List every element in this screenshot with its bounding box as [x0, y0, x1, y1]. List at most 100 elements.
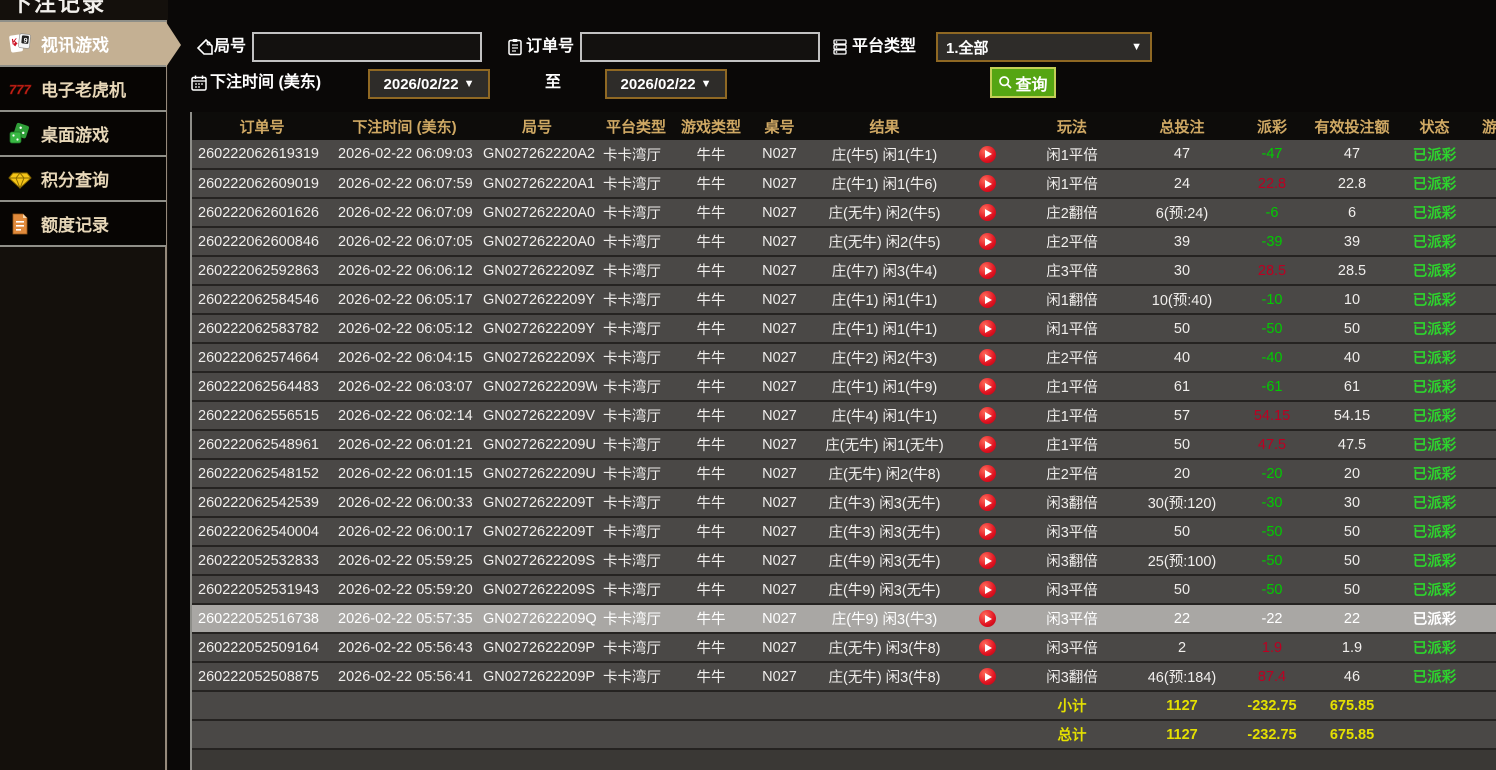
- play-video-button[interactable]: [979, 378, 996, 395]
- table-row[interactable]: 260222062609019 2026-02-22 06:07:59 GN02…: [192, 169, 1496, 198]
- play-video-button[interactable]: [979, 320, 996, 337]
- col-round: 局号: [477, 112, 597, 140]
- cell-video: [957, 343, 1017, 372]
- cell-table-number: N027: [747, 662, 812, 691]
- col-valid-bet: 有效投注额: [1307, 112, 1397, 140]
- cell-status: 已派彩: [1397, 169, 1472, 198]
- play-video-button[interactable]: [979, 552, 996, 569]
- cell-order-number: 260222062592863: [192, 256, 332, 285]
- table-row[interactable]: 260222062542539 2026-02-22 06:00:33 GN02…: [192, 488, 1496, 517]
- cell-video: [957, 140, 1017, 169]
- cell-total-bet: 39: [1127, 227, 1237, 256]
- table-row[interactable]: 260222062556515 2026-02-22 06:02:14 GN02…: [192, 401, 1496, 430]
- cell-platform: 卡卡湾厅: [597, 256, 675, 285]
- play-video-button[interactable]: [979, 523, 996, 540]
- clipboard-icon: [506, 32, 526, 62]
- table-row[interactable]: 260222052516738 2026-02-22 05:57:35 GN02…: [192, 604, 1496, 633]
- table-row[interactable]: 260222062600846 2026-02-22 06:07:05 GN02…: [192, 227, 1496, 256]
- cell-bet-time: 2026-02-22 06:07:59: [332, 169, 477, 198]
- play-video-button[interactable]: [979, 349, 996, 366]
- cell-video: [957, 662, 1017, 691]
- sidebar-item-video-games[interactable]: K 9 视讯游戏: [0, 22, 166, 67]
- cell-play-type: 闲1平倍: [1017, 314, 1127, 343]
- table-row[interactable]: 260222052509164 2026-02-22 05:56:43 GN02…: [192, 633, 1496, 662]
- cell-play-type: 庄2平倍: [1017, 227, 1127, 256]
- play-video-button[interactable]: [979, 610, 996, 627]
- table-row[interactable]: 260222062540004 2026-02-22 06:00:17 GN02…: [192, 517, 1496, 546]
- play-video-button[interactable]: [979, 146, 996, 163]
- play-video-button[interactable]: [979, 233, 996, 250]
- cell-bet-time: 2026-02-22 06:09:03: [332, 140, 477, 169]
- cell-play-type: 闲3平倍: [1017, 604, 1127, 633]
- cell-result: 庄(无牛) 闲1(无牛): [812, 430, 957, 459]
- table-row[interactable]: 260222062583782 2026-02-22 06:05:12 GN02…: [192, 314, 1496, 343]
- play-video-button[interactable]: [979, 204, 996, 221]
- cell-video: [957, 198, 1017, 227]
- cell-play-type: 闲3翻倍: [1017, 488, 1127, 517]
- filter-bar: 局号 订单号 平台类型 1.全部 ▼ 下注时间 (美东) 2026/02/22 …: [168, 0, 1496, 112]
- slot-777-icon: 777: [8, 77, 32, 101]
- cell-payout: 22.8: [1237, 169, 1307, 198]
- round-input[interactable]: [252, 32, 482, 62]
- play-video-button[interactable]: [979, 465, 996, 482]
- sidebar-item-table-games[interactable]: 桌面游戏: [0, 112, 166, 157]
- cell-game-type: 牛牛: [675, 633, 747, 662]
- table-row[interactable]: 260222062584546 2026-02-22 06:05:17 GN02…: [192, 285, 1496, 314]
- cell-payout: -40: [1237, 343, 1307, 372]
- col-video: [957, 112, 1017, 140]
- table-row[interactable]: 260222062574664 2026-02-22 06:04:15 GN02…: [192, 343, 1496, 372]
- cell-order-number: 260222062556515: [192, 401, 332, 430]
- play-video-button[interactable]: [979, 175, 996, 192]
- cell-status: 已派彩: [1397, 343, 1472, 372]
- cell-bet-time: 2026-02-22 06:03:07: [332, 372, 477, 401]
- cell-video: [957, 372, 1017, 401]
- cell-game-clipped: [1472, 430, 1496, 459]
- play-video-button[interactable]: [979, 581, 996, 598]
- chevron-down-icon: ▼: [701, 78, 712, 90]
- cell-total-bet: 40: [1127, 343, 1237, 372]
- play-icon: [985, 296, 992, 304]
- play-video-button[interactable]: [979, 407, 996, 424]
- sidebar-item-slots[interactable]: 777 电子老虎机: [0, 67, 166, 112]
- cell-order-number: 260222062574664: [192, 343, 332, 372]
- cell-game-clipped: [1472, 314, 1496, 343]
- order-input[interactable]: [580, 32, 820, 62]
- platform-type-select[interactable]: 1.全部 ▼: [936, 32, 1152, 62]
- table-row[interactable]: 260222062619319 2026-02-22 06:09:03 GN02…: [192, 140, 1496, 169]
- cell-payout: -22: [1237, 604, 1307, 633]
- cell-table-number: N027: [747, 633, 812, 662]
- play-video-button[interactable]: [979, 668, 996, 685]
- cell-platform: 卡卡湾厅: [597, 227, 675, 256]
- play-video-button[interactable]: [979, 494, 996, 511]
- table-row[interactable]: 260222062548152 2026-02-22 06:01:15 GN02…: [192, 459, 1496, 488]
- cell-platform: 卡卡湾厅: [597, 372, 675, 401]
- cell-payout: -6: [1237, 198, 1307, 227]
- cell-game-type: 牛牛: [675, 488, 747, 517]
- sidebar-item-points[interactable]: 积分查询: [0, 157, 166, 202]
- table-row[interactable]: 260222052508875 2026-02-22 05:56:41 GN02…: [192, 662, 1496, 691]
- search-button[interactable]: 查询: [990, 67, 1056, 98]
- subtotal-payout: -232.75: [1237, 691, 1307, 720]
- cell-game-type: 牛牛: [675, 256, 747, 285]
- cell-valid-bet: 46: [1307, 662, 1397, 691]
- sidebar-item-quota-records[interactable]: 额度记录: [0, 202, 166, 247]
- cell-play-type: 庄1平倍: [1017, 372, 1127, 401]
- play-video-button[interactable]: [979, 291, 996, 308]
- table-row[interactable]: 260222052532833 2026-02-22 05:59:25 GN02…: [192, 546, 1496, 575]
- col-play-type: 玩法: [1017, 112, 1127, 140]
- cell-order-number: 260222062583782: [192, 314, 332, 343]
- cell-status: 已派彩: [1397, 662, 1472, 691]
- table-row[interactable]: 260222052531943 2026-02-22 05:59:20 GN02…: [192, 575, 1496, 604]
- date-to-select[interactable]: 2026/02/22 ▼: [605, 69, 727, 99]
- table-row[interactable]: 260222062592863 2026-02-22 06:06:12 GN02…: [192, 256, 1496, 285]
- play-video-button[interactable]: [979, 436, 996, 453]
- calendar-icon: [190, 68, 210, 98]
- table-row[interactable]: 260222062601626 2026-02-22 06:07:09 GN02…: [192, 198, 1496, 227]
- date-from-select[interactable]: 2026/02/22 ▼: [368, 69, 490, 99]
- table-row[interactable]: 260222062548961 2026-02-22 06:01:21 GN02…: [192, 430, 1496, 459]
- table-row[interactable]: 260222062564483 2026-02-22 06:03:07 GN02…: [192, 372, 1496, 401]
- cell-bet-time: 2026-02-22 06:00:17: [332, 517, 477, 546]
- play-video-button[interactable]: [979, 639, 996, 656]
- quota-document-icon: [8, 212, 32, 236]
- play-video-button[interactable]: [979, 262, 996, 279]
